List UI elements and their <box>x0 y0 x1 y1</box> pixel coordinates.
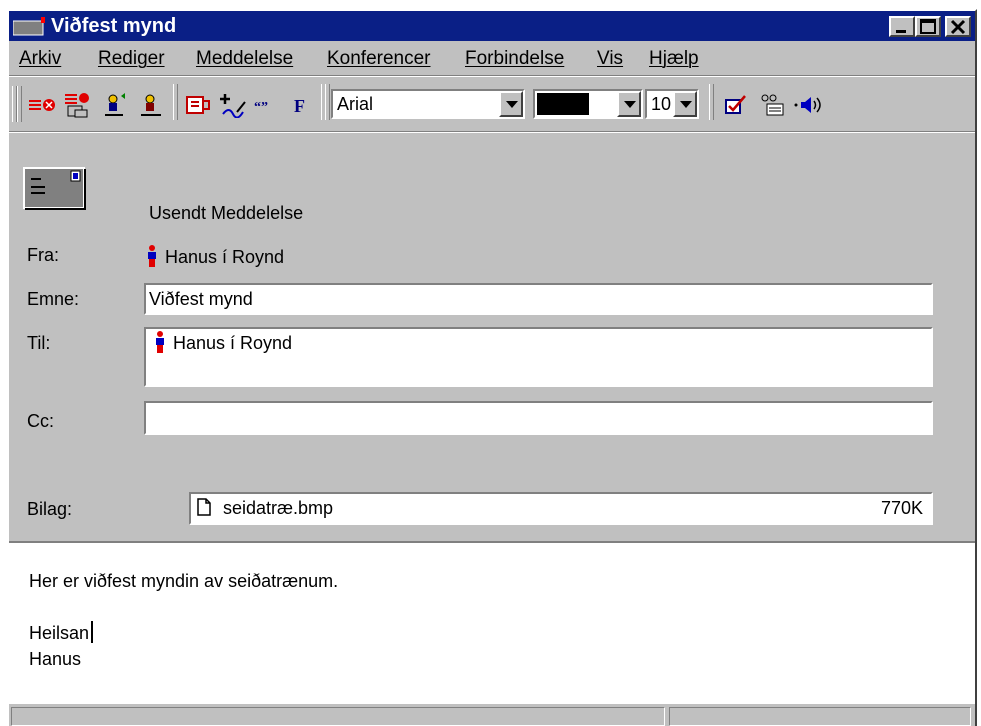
to-field[interactable]: Hanus í Roynd <box>144 327 933 387</box>
properties-icon[interactable] <box>759 92 789 118</box>
signature-icon[interactable] <box>219 92 249 118</box>
attachment-size: 770K <box>880 498 923 518</box>
cc-field[interactable] <box>144 401 933 435</box>
from-name: Hanus í Roynd <box>165 247 285 267</box>
size-select[interactable]: 10 <box>645 89 699 119</box>
toolbar-separator <box>325 84 330 120</box>
app-icon <box>13 17 45 36</box>
maximize-icon <box>920 19 936 34</box>
attachment-name[interactable]: seidatræ.bmp <box>223 498 333 518</box>
from-label: Fra: <box>27 245 60 265</box>
minimize-icon <box>896 30 906 33</box>
subject-label: Emne: <box>27 289 80 309</box>
menu-vis[interactable]: Vis <box>597 44 623 74</box>
cancel-icon[interactable] <box>63 92 93 118</box>
toolbar-separator <box>709 84 714 120</box>
body-line: Her er viðfest myndin av seiðatrænum. <box>29 571 339 591</box>
menu-arkiv[interactable]: Arkiv <box>19 44 61 74</box>
menu-meddelelse[interactable]: Meddelelse <box>196 44 293 74</box>
address-book-icon[interactable] <box>137 92 167 118</box>
size-value: 10 <box>651 94 672 114</box>
color-dropdown-arrow[interactable] <box>617 91 641 117</box>
person-icon <box>148 245 156 267</box>
color-select[interactable] <box>533 89 643 119</box>
file-icon <box>197 498 211 516</box>
menu-hjaelp[interactable]: Hjælp <box>649 44 699 74</box>
cc-label: Cc: <box>27 411 54 431</box>
message-icon <box>23 167 86 210</box>
check-names-icon[interactable] <box>101 92 131 118</box>
body-line: Hanus <box>29 649 82 669</box>
toolbar-divider <box>9 131 975 133</box>
body-line: Heilsan <box>29 621 94 644</box>
person-icon <box>156 331 164 353</box>
menu-divider <box>9 75 975 77</box>
close-button[interactable] <box>945 16 971 37</box>
toolbar-separator <box>173 84 178 120</box>
maximize-button[interactable] <box>915 16 941 37</box>
quote-icon[interactable]: “” <box>253 92 283 118</box>
subject-field[interactable]: Viðfest mynd <box>144 283 933 315</box>
toolbar-grip[interactable] <box>17 86 22 122</box>
spell-check-icon[interactable] <box>723 92 753 118</box>
audio-icon[interactable] <box>793 92 823 118</box>
body-text: Heilsan <box>29 623 90 643</box>
menu-rediger[interactable]: Rediger <box>98 44 165 74</box>
color-swatch <box>537 93 589 115</box>
send-icon[interactable] <box>27 92 57 118</box>
size-dropdown-arrow[interactable] <box>673 91 697 117</box>
font-select[interactable]: Arial <box>331 89 525 119</box>
status-bar <box>9 704 975 726</box>
toolbar: “” F Arial 10 <box>9 80 975 128</box>
attachment-field[interactable]: seidatræ.bmp 770K <box>189 492 933 525</box>
message-body[interactable]: Her er viðfest myndin av seiðatrænum. He… <box>9 541 975 709</box>
svg-text:F: F <box>294 96 305 116</box>
close-icon <box>950 19 966 35</box>
bold-icon[interactable]: F <box>287 92 317 118</box>
minimize-button[interactable] <box>889 16 915 37</box>
status-panel-secondary <box>669 707 971 726</box>
font-dropdown-arrow[interactable] <box>499 91 523 117</box>
window-title: Viðfest mynd <box>51 15 177 37</box>
attach-icon[interactable] <box>183 92 213 118</box>
menu-konferencer[interactable]: Konferencer <box>327 44 431 74</box>
font-value: Arial <box>337 94 374 114</box>
svg-text:“”: “” <box>254 100 268 115</box>
from-value: Hanus í Roynd <box>147 245 284 268</box>
to-recipient[interactable]: Hanus í Roynd <box>173 333 292 353</box>
message-status: Usendt Meddelelse <box>149 203 304 223</box>
menu-forbindelse[interactable]: Forbindelse <box>465 44 564 74</box>
to-label: Til: <box>27 333 51 353</box>
subject-value: Viðfest mynd <box>149 289 253 309</box>
menu-bar: Arkiv Rediger Meddelelse Konferencer For… <box>9 44 975 74</box>
mail-window: Viðfest mynd Arkiv Rediger Meddelelse Ko… <box>7 9 977 726</box>
text-cursor <box>91 621 94 643</box>
attachment-label: Bilag: <box>27 499 73 519</box>
status-panel-main <box>11 707 665 726</box>
title-bar[interactable]: Viðfest mynd <box>9 11 975 41</box>
